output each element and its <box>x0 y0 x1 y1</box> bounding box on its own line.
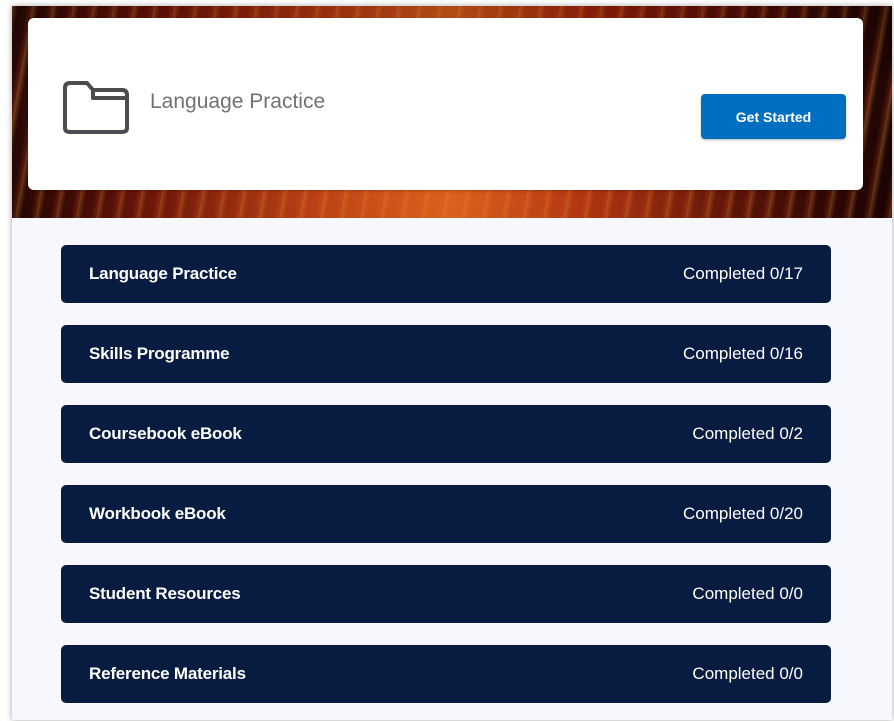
course-page: Language Practice Get Started Language P… <box>12 6 892 720</box>
module-list: Language Practice Completed 0/17 Skills … <box>61 245 831 703</box>
module-title: Student Resources <box>89 584 241 603</box>
module-completion-status: Completed 0/0 <box>692 664 803 683</box>
module-title: Language Practice <box>89 264 237 283</box>
module-item-language-practice[interactable]: Language Practice Completed 0/17 <box>61 245 831 303</box>
module-item-coursebook-ebook[interactable]: Coursebook eBook Completed 0/2 <box>61 405 831 463</box>
module-title: Reference Materials <box>89 664 246 683</box>
get-started-button[interactable]: Get Started <box>701 94 846 139</box>
course-title: Language Practice <box>150 90 326 113</box>
module-completion-status: Completed 0/17 <box>682 264 803 283</box>
module-item-workbook-ebook[interactable]: Workbook eBook Completed 0/20 <box>61 485 831 543</box>
module-title: Coursebook eBook <box>89 424 242 443</box>
module-completion-status: Completed 0/20 <box>682 504 803 523</box>
folder-icon <box>63 81 129 134</box>
module-item-reference-materials[interactable]: Reference Materials Completed 0/0 <box>61 645 831 703</box>
module-completion-status: Completed 0/16 <box>682 344 803 363</box>
module-completion-status: Completed 0/0 <box>692 584 803 603</box>
module-completion-status: Completed 0/2 <box>692 424 803 443</box>
course-header-card: Language Practice Get Started <box>28 18 863 190</box>
module-title: Skills Programme <box>89 344 230 363</box>
module-item-student-resources[interactable]: Student Resources Completed 0/0 <box>61 565 831 623</box>
module-title: Workbook eBook <box>89 504 226 523</box>
module-item-skills-programme[interactable]: Skills Programme Completed 0/16 <box>61 325 831 383</box>
